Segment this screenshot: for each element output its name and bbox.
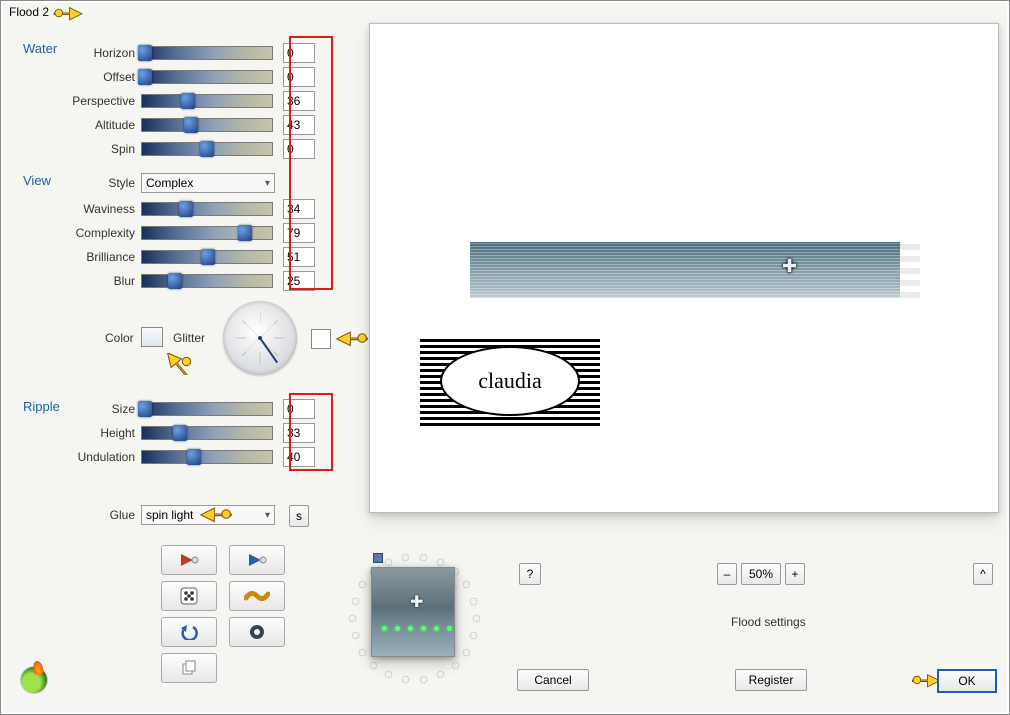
size-row: Size 0 (61, 399, 315, 419)
size-slider[interactable] (141, 402, 273, 416)
horizon-row: Horizon 0 (61, 43, 315, 63)
altitude-slider[interactable] (141, 118, 273, 132)
waviness-slider[interactable] (141, 202, 273, 216)
horizon-label: Horizon (61, 46, 141, 60)
undulation-value[interactable]: 40 (283, 447, 315, 467)
pointer-icon (199, 503, 233, 528)
brilliance-value[interactable]: 51 (283, 247, 315, 267)
style-select[interactable]: Complex ▾ (141, 173, 275, 193)
torus-button[interactable] (229, 617, 285, 647)
horizon-slider[interactable] (141, 46, 273, 60)
zoom-value[interactable]: 50% (741, 563, 781, 585)
zoom-in-button[interactable]: + (785, 563, 805, 585)
complexity-slider[interactable] (141, 226, 273, 240)
height-row: Height 33 (61, 423, 315, 443)
brilliance-row: Brilliance 51 (61, 247, 315, 267)
ripple-header: Ripple (23, 399, 60, 414)
offset-slider[interactable] (141, 70, 273, 84)
perspective-value[interactable]: 36 (283, 91, 315, 111)
pointer-icon (335, 327, 369, 352)
pointer-icon (51, 3, 85, 26)
complexity-label: Complexity (61, 226, 141, 240)
undulation-row: Undulation 40 (61, 447, 315, 467)
register-button[interactable]: Register (735, 669, 807, 691)
drag-handle-icon[interactable] (373, 553, 383, 563)
play-red-button[interactable] (161, 545, 217, 575)
blur-slider[interactable] (141, 274, 273, 288)
blur-label: Blur (61, 274, 141, 288)
zoom-out-button[interactable]: – (717, 563, 737, 585)
undo-button[interactable] (161, 617, 217, 647)
app-logo-icon (21, 667, 47, 693)
play-blue-button[interactable] (229, 545, 285, 575)
waviness-label: Waviness (61, 202, 141, 216)
glitter-label: Glitter (173, 331, 205, 345)
view-header: View (23, 173, 51, 188)
settings-label: Flood settings (731, 615, 806, 629)
pointer-icon (161, 353, 195, 378)
height-slider[interactable] (141, 426, 273, 440)
glue-row: Glue spin light ▾ (61, 505, 275, 525)
style-row: Style Complex ▾ (61, 173, 275, 193)
offset-value[interactable]: 0 (283, 67, 315, 87)
size-label: Size (61, 402, 141, 416)
altitude-label: Altitude (61, 118, 141, 132)
glitter-swatch[interactable] (311, 329, 331, 349)
complexity-row: Complexity 79 (61, 223, 315, 243)
complexity-value[interactable]: 79 (283, 223, 315, 243)
color-swatch[interactable] (141, 327, 163, 347)
preview-panel: ✚ claudia (369, 23, 999, 513)
dice-button[interactable] (161, 581, 217, 611)
water-header: Water (23, 41, 57, 56)
crosshair-icon[interactable]: ✚ (782, 256, 797, 277)
watermark-logo: claudia (420, 336, 600, 426)
chevron-down-icon: ▾ (265, 178, 274, 189)
ok-button[interactable]: OK (937, 669, 997, 693)
spin-slider[interactable] (141, 142, 273, 156)
window-title: Flood 2 (9, 5, 49, 19)
perspective-row: Perspective 36 (61, 91, 315, 111)
help-button[interactable]: ? (519, 563, 541, 585)
spin-label: Spin (61, 142, 141, 156)
undulation-label: Undulation (61, 450, 141, 464)
style-label: Style (61, 176, 141, 190)
spin-value[interactable]: 0 (283, 139, 315, 159)
caret-button[interactable]: ^ (973, 563, 993, 585)
glue-label: Glue (61, 508, 141, 522)
waviness-row: Waviness 34 (61, 199, 315, 219)
offset-label: Offset (61, 70, 141, 84)
waviness-value[interactable]: 34 (283, 199, 315, 219)
chevron-down-icon: ▾ (265, 510, 274, 521)
size-value[interactable]: 0 (283, 399, 315, 419)
blur-value[interactable]: 25 (283, 271, 315, 291)
brilliance-slider[interactable] (141, 250, 273, 264)
perspective-slider[interactable] (141, 94, 273, 108)
undulation-slider[interactable] (141, 450, 273, 464)
altitude-row: Altitude 43 (61, 115, 315, 135)
height-value[interactable]: 33 (283, 423, 315, 443)
offset-row: Offset 0 (61, 67, 315, 87)
height-label: Height (61, 426, 141, 440)
horizon-value[interactable]: 0 (283, 43, 315, 63)
s-button[interactable]: s (289, 505, 309, 527)
perspective-label: Perspective (61, 94, 141, 108)
altitude-value[interactable]: 43 (283, 115, 315, 135)
copy-button[interactable] (161, 653, 217, 683)
cancel-button[interactable]: Cancel (517, 669, 589, 691)
spin-row: Spin 0 (61, 139, 315, 159)
blur-row: Blur 25 (61, 271, 315, 291)
direction-compass[interactable] (223, 301, 297, 375)
wave-button[interactable] (229, 581, 285, 611)
color-label: Color (105, 331, 134, 345)
preview-water-strip (470, 242, 900, 298)
brilliance-label: Brilliance (61, 250, 141, 264)
thumbnail-preview[interactable]: ✚ (371, 567, 455, 657)
